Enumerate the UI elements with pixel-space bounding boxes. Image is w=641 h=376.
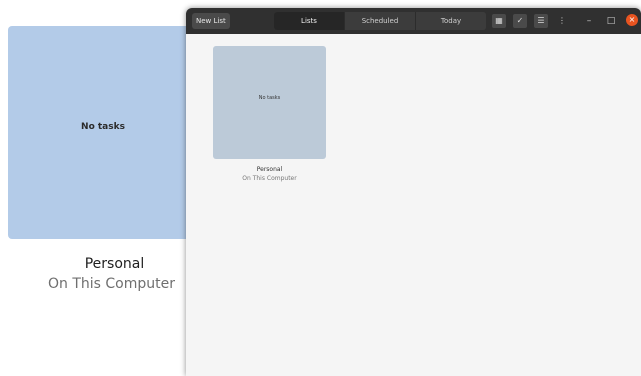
list-icon[interactable]: ☰ <box>534 14 548 28</box>
list-name: Personal <box>256 166 283 173</box>
view-switcher: Lists Scheduled Today <box>274 12 486 30</box>
header-bar: New List Lists Scheduled Today ▦ ✓ ☰ ⋮ –… <box>186 8 641 34</box>
list-card[interactable]: No tasks <box>213 46 326 159</box>
menu-icon[interactable]: ⋮ <box>555 14 569 28</box>
maximize-button[interactable]: □ <box>604 14 618 28</box>
checkmark-icon[interactable]: ✓ <box>513 14 527 28</box>
list-card-large[interactable]: No tasks <box>8 26 198 239</box>
grid-icon[interactable]: ▦ <box>492 14 506 28</box>
list-title-large: Personal <box>48 256 188 272</box>
list-name: Personal <box>84 256 145 272</box>
list-source-large: On This Computer <box>48 276 175 292</box>
tab-scheduled[interactable]: Scheduled <box>344 12 415 30</box>
close-button[interactable]: × <box>626 14 638 26</box>
new-list-button[interactable]: New List <box>192 13 230 29</box>
empty-state-label: No tasks <box>258 94 281 101</box>
tab-today[interactable]: Today <box>415 12 486 30</box>
app-window: New List Lists Scheduled Today ▦ ✓ ☰ ⋮ –… <box>186 8 641 376</box>
empty-state-label: No tasks <box>81 121 125 132</box>
tab-lists[interactable]: Lists <box>274 12 344 30</box>
list-source: On This Computer <box>242 175 297 182</box>
minimize-button[interactable]: – <box>582 14 596 28</box>
